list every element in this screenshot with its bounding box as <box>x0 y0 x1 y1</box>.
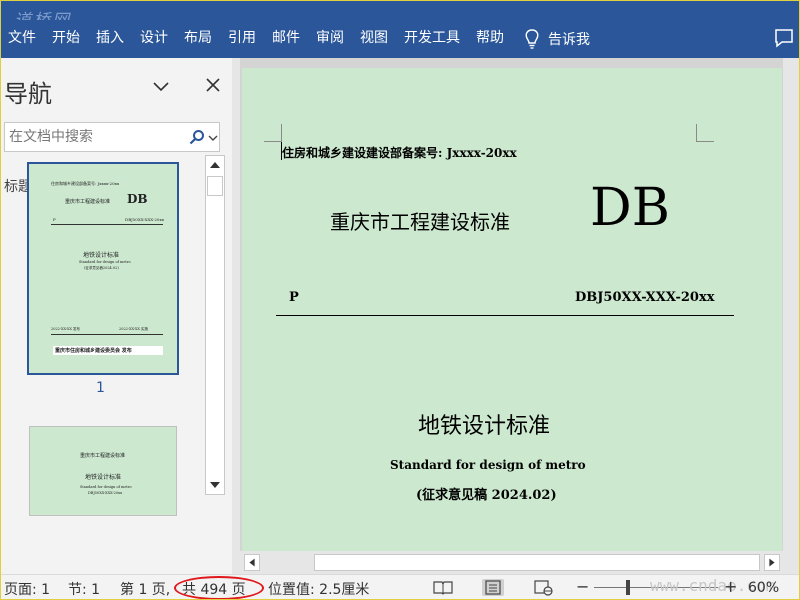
zoom-out-button[interactable]: − <box>576 577 589 596</box>
thumb2-title-en: Standard for design of metro <box>80 485 132 489</box>
thumb2-code: DBJ50XX-XXX-20xx <box>88 491 123 495</box>
doc-p-label: P <box>289 290 299 305</box>
tab-home[interactable]: 开始 <box>44 20 88 58</box>
thumb-filing: 住房和城乡建设部备案号: Jxxxx-20xx <box>51 181 120 186</box>
scroll-up-icon[interactable] <box>206 156 224 174</box>
thumb-rule-bottom <box>51 334 163 335</box>
scroll-right-icon[interactable] <box>764 554 780 571</box>
tab-review[interactable]: 审阅 <box>308 20 352 58</box>
status-bar: 页面: 1 节: 1 第 1 页, 共 494 页 位置值: 2.5厘米 − w… <box>0 574 800 600</box>
page-thumbnail-number: 1 <box>96 380 105 396</box>
scroll-down-icon[interactable] <box>206 476 224 494</box>
close-icon[interactable] <box>204 76 222 94</box>
watermark-top-left: 道桥网 <box>14 6 71 20</box>
doc-db-mark: DB <box>590 178 670 238</box>
zoom-level[interactable]: 60% <box>748 580 779 596</box>
nav-scroll-thumb[interactable] <box>207 176 223 196</box>
crop-mark-right <box>696 124 714 142</box>
chevron-down-icon[interactable] <box>152 80 170 94</box>
nav-title: 导航 <box>4 80 52 108</box>
tell-me-box[interactable]: 告诉我 <box>524 29 590 49</box>
document-vertical-scrollbar[interactable] <box>783 58 800 551</box>
doc-draft-note: (征求意见稿 2024.02) <box>416 488 557 503</box>
tab-insert[interactable]: 插入 <box>88 20 132 58</box>
pane-splitter[interactable] <box>232 58 240 574</box>
thumb-issue-date: 2022-XX-XX 发布 <box>51 327 80 331</box>
thumb-p: P <box>53 217 56 222</box>
doc-organization: 重庆市工程建设标准 <box>330 210 510 234</box>
chevron-down-icon[interactable] <box>208 134 218 142</box>
status-page[interactable]: 页面: 1 <box>4 579 50 599</box>
zoom-in-button[interactable]: + <box>724 577 737 596</box>
web-layout-icon[interactable] <box>532 579 554 596</box>
status-section[interactable]: 节: 1 <box>68 579 100 599</box>
tab-references[interactable]: 引用 <box>220 20 264 58</box>
tab-view[interactable]: 视图 <box>352 20 396 58</box>
thumb-impl-date: 2022-XX-XX 实施 <box>119 327 148 331</box>
doc-filing-number: 住房和城乡建设建设部备案号: Jxxxx-20xx <box>282 146 517 160</box>
search-input[interactable] <box>5 123 175 151</box>
zoom-slider-knob[interactable] <box>626 580 630 595</box>
ribbon-tabs: 文件 开始 插入 设计 布局 引用 邮件 审阅 视图 开发工具 帮助 告诉我 <box>0 20 800 58</box>
search-icon[interactable] <box>189 129 205 145</box>
thumb-db: DB <box>127 192 148 206</box>
tab-mailings[interactable]: 邮件 <box>264 20 308 58</box>
thumb-org: 重庆市工程建设标准 <box>65 199 111 205</box>
page-thumbnail-1[interactable]: 住房和城乡建设部备案号: Jxxxx-20xx 重庆市工程建设标准 DB P D… <box>27 162 179 375</box>
highlight-circle <box>174 576 264 600</box>
thumb-rule <box>51 224 163 225</box>
thumb-title-cn: 地铁设计标准 <box>83 252 120 259</box>
doc-title-en: Standard for design of metro <box>390 458 586 472</box>
comment-icon[interactable] <box>774 28 794 48</box>
tab-developer[interactable]: 开发工具 <box>396 20 468 58</box>
thumb-issuer-bar: 重庆市住房和城乡建设委员会 发布 <box>53 346 163 355</box>
document-area: 住房和城乡建设建设部备案号: Jxxxx-20xx 重庆市工程建设标准 DB P… <box>240 58 800 551</box>
tab-layout[interactable]: 布局 <box>176 20 220 58</box>
thumb-code: DBJ50XX-XXX-20xx <box>125 217 164 222</box>
page-thumbnail-2[interactable]: 重庆市工程建设标准 地铁设计标准 Standard for design of … <box>29 426 177 516</box>
doc-title-cn: 地铁设计标准 <box>418 414 551 439</box>
status-position[interactable]: 位置值: 2.5厘米 <box>268 579 369 599</box>
crop-mark-left <box>264 124 282 142</box>
thumb2-org: 重庆市工程建设标准 <box>80 453 126 459</box>
tab-design[interactable]: 设计 <box>132 20 176 58</box>
horizontal-scroll-thumb[interactable] <box>314 554 760 571</box>
document-page[interactable]: 住房和城乡建设建设部备案号: Jxxxx-20xx 重庆市工程建设标准 DB P… <box>242 68 782 551</box>
lightbulb-icon <box>525 29 539 49</box>
tab-file[interactable]: 文件 <box>0 20 44 58</box>
scroll-left-icon[interactable] <box>244 554 260 571</box>
nav-scrollbar[interactable] <box>205 155 225 495</box>
thumb-issuer: 重庆市住房和城乡建设委员会 发布 <box>55 348 132 354</box>
read-mode-icon[interactable] <box>432 579 454 596</box>
doc-standard-code: DBJ50XX-XXX-20xx <box>575 290 715 305</box>
status-page-number[interactable]: 第 1 页, <box>120 579 170 599</box>
tab-help[interactable]: 帮助 <box>468 20 512 58</box>
search-box <box>4 122 220 152</box>
title-bar: 道桥网 <box>0 0 800 20</box>
thumb-title-en: Standard for design of metro <box>79 260 131 264</box>
thumb2-title-cn: 地铁设计标准 <box>85 474 122 481</box>
doc-rule <box>276 315 734 316</box>
tell-me-label: 告诉我 <box>548 32 590 48</box>
thumb-draft: (征求意见稿2024.02) <box>84 266 119 270</box>
document-horizontal-scrollbar[interactable] <box>240 551 800 574</box>
print-layout-icon[interactable] <box>482 579 504 596</box>
